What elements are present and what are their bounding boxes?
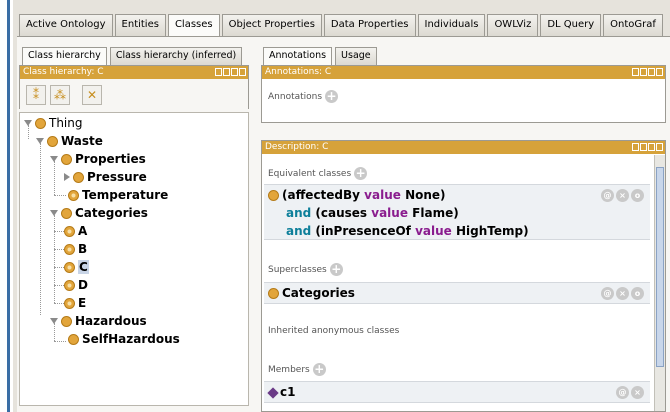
- annotations-section: Annotations +: [268, 90, 339, 103]
- description-title: Description: C: [265, 142, 329, 152]
- class-icon: [35, 117, 46, 129]
- class-icon: [68, 333, 79, 345]
- superclass-row[interactable]: Categories @ × o: [264, 282, 650, 304]
- defined-class-icon: [64, 279, 75, 291]
- defined-class-icon: [64, 297, 75, 309]
- row-buttons: @ × o: [601, 189, 644, 202]
- add-superclass-icon[interactable]: +: [329, 263, 343, 276]
- class-icon: [61, 153, 72, 165]
- tab-owlviz[interactable]: OWLViz: [487, 14, 539, 36]
- row-buttons: @ ×: [616, 386, 644, 399]
- tree-node-selfhazardous[interactable]: SelfHazardous: [68, 331, 180, 347]
- add-subclass-icon[interactable]: ⁑: [26, 85, 46, 105]
- superclasses-label: Superclasses: [268, 264, 327, 275]
- add-sibling-class-icon[interactable]: ⁂: [50, 85, 70, 105]
- tab-dl-query[interactable]: DL Query: [540, 14, 602, 36]
- add-equivalent-class-icon[interactable]: +: [354, 167, 368, 180]
- inherited-anonymous-section: Inherited anonymous classes: [268, 326, 399, 336]
- tab-class-hierarchy-inferred[interactable]: Class hierarchy (inferred): [109, 47, 243, 65]
- annotations-panel: Annotations: C Annotations +: [261, 65, 666, 123]
- defined-class-icon: [64, 261, 75, 273]
- member-name: c1: [280, 385, 296, 399]
- row-buttons: @ × o: [601, 287, 644, 300]
- edit-icon[interactable]: o: [631, 189, 644, 202]
- class-icon: [268, 288, 279, 299]
- tree-node-categories[interactable]: Categories: [50, 205, 148, 221]
- window-edge: [0, 0, 10, 412]
- view-controls[interactable]: [632, 143, 663, 151]
- main-tab-bar: Active Ontology Entities Classes Object …: [19, 14, 665, 37]
- expr-line-1: (affectedBy value None): [282, 188, 446, 202]
- delete-class-icon[interactable]: ✕: [82, 85, 102, 105]
- annotations-label: Annotations: [268, 91, 323, 102]
- explain-icon[interactable]: @: [616, 386, 629, 399]
- description-panel: Description: C Equivalent classes + (aff…: [261, 140, 666, 412]
- tree-node-e[interactable]: E: [64, 295, 86, 311]
- class-icon: [61, 315, 72, 327]
- description-title-bar: Description: C: [262, 141, 665, 154]
- hierarchy-tab-bar: Class hierarchy Class hierarchy (inferre…: [22, 47, 245, 65]
- tab-active-ontology[interactable]: Active Ontology: [19, 14, 113, 36]
- class-hierarchy-title: Class hierarchy: C: [23, 67, 104, 77]
- tab-object-properties[interactable]: Object Properties: [221, 14, 322, 36]
- members-label: Members: [268, 364, 310, 375]
- tree-node-b[interactable]: B: [64, 241, 87, 257]
- tree-node-pressure[interactable]: Pressure: [64, 169, 147, 185]
- tab-class-hierarchy[interactable]: Class hierarchy: [22, 47, 107, 65]
- tree-node-thing[interactable]: Thing: [24, 115, 83, 131]
- explain-icon[interactable]: @: [601, 287, 614, 300]
- delete-icon[interactable]: ×: [616, 189, 629, 202]
- class-icon: [47, 135, 58, 147]
- annotations-title-bar: Annotations: C: [262, 66, 665, 79]
- expr-line-2: and (causes value Flame): [286, 206, 459, 220]
- member-row[interactable]: c1 @ ×: [264, 381, 650, 403]
- tree-node-c[interactable]: C: [64, 259, 89, 275]
- scrollbar-thumb[interactable]: [656, 167, 664, 367]
- tree-node-temperature[interactable]: Temperature: [68, 187, 168, 203]
- tab-entities[interactable]: Entities: [114, 14, 166, 36]
- delete-icon[interactable]: ×: [631, 386, 644, 399]
- class-icon: [73, 171, 84, 183]
- individual-icon: [267, 387, 279, 399]
- tree-node-waste[interactable]: Waste: [36, 133, 103, 149]
- equivalent-classes-label: Equivalent classes: [268, 168, 352, 179]
- inherited-anonymous-label: Inherited anonymous classes: [268, 326, 400, 336]
- equivalent-classes-section: Equivalent classes +: [268, 167, 368, 180]
- defined-class-icon: [64, 243, 75, 255]
- class-icon: [268, 190, 279, 201]
- tab-data-properties[interactable]: Data Properties: [323, 14, 416, 36]
- tab-usage[interactable]: Usage: [335, 47, 377, 65]
- expr-line-3: and (inPresenceOf value HighTemp): [286, 224, 529, 238]
- delete-icon[interactable]: ×: [616, 287, 629, 300]
- entity-tab-bar: Annotations Usage: [263, 47, 380, 65]
- tab-annotations[interactable]: Annotations: [263, 47, 333, 65]
- tree-node-hazardous[interactable]: Hazardous: [50, 313, 147, 329]
- tab-classes[interactable]: Classes: [167, 14, 220, 37]
- view-controls[interactable]: [215, 68, 246, 76]
- tree-node-a[interactable]: A: [64, 223, 87, 239]
- equivalent-class-row[interactable]: (affectedBy value None) and (causes valu…: [264, 184, 650, 240]
- tab-ontograf[interactable]: OntoGraf: [603, 14, 663, 36]
- description-scrollbar[interactable]: [654, 155, 665, 411]
- protege-window: Active Ontology Entities Classes Object …: [13, 0, 670, 412]
- edit-icon[interactable]: o: [631, 287, 644, 300]
- tab-individuals[interactable]: Individuals: [417, 14, 486, 36]
- defined-class-icon: [64, 225, 75, 237]
- defined-class-icon: [68, 189, 79, 201]
- view-controls[interactable]: [632, 68, 663, 76]
- tree-node-d[interactable]: D: [64, 277, 88, 293]
- class-hierarchy-title-bar: Class hierarchy: C: [20, 66, 248, 79]
- class-tree: Thing Waste Properties Pressure Temperat…: [19, 112, 249, 406]
- superclass-name: Categories: [282, 286, 355, 300]
- annotations-title: Annotations: C: [265, 67, 332, 77]
- superclasses-section: Superclasses +: [268, 263, 343, 276]
- tree-node-properties[interactable]: Properties: [50, 151, 146, 167]
- add-annotation-icon[interactable]: +: [325, 90, 339, 103]
- class-icon: [61, 207, 72, 219]
- explain-icon[interactable]: @: [601, 189, 614, 202]
- add-member-icon[interactable]: +: [312, 363, 326, 376]
- members-section: Members +: [268, 363, 326, 376]
